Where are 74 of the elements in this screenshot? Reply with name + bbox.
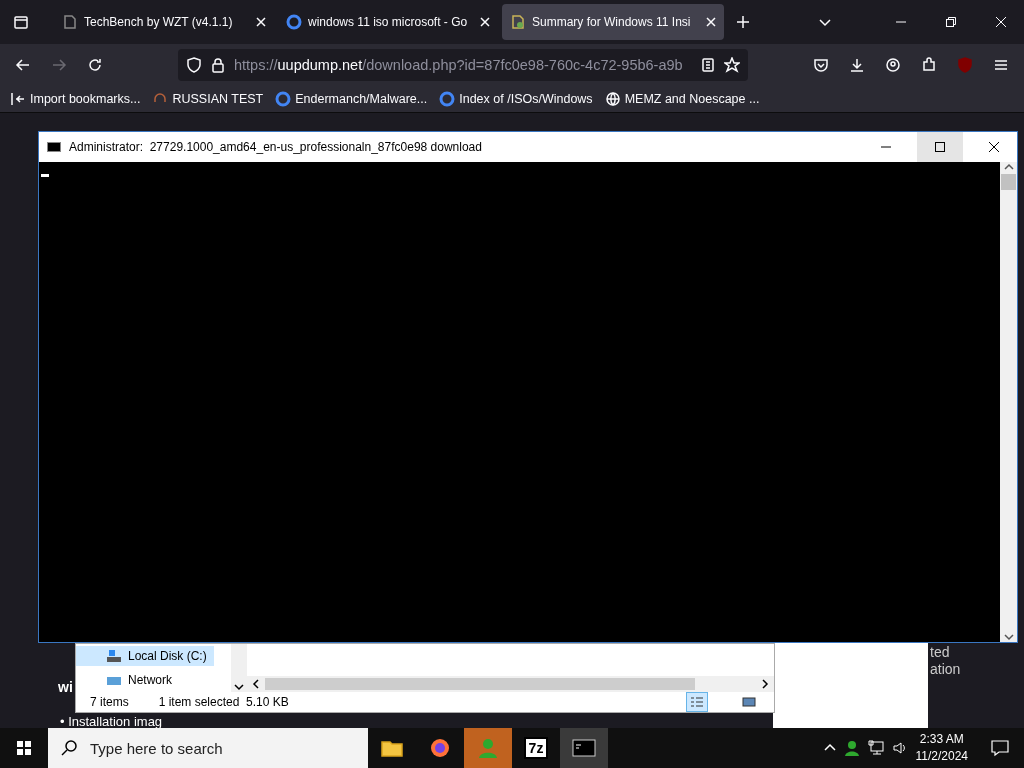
search-icon [60, 739, 78, 757]
chat-bubble-icon [991, 739, 1009, 757]
page-text: • Installation imag [60, 714, 163, 728]
close-icon [480, 17, 490, 27]
folder-icon [381, 738, 403, 758]
plus-icon [735, 14, 751, 30]
close-icon [995, 16, 1007, 28]
scrollbar[interactable] [247, 676, 774, 692]
star-icon [724, 56, 740, 73]
puzzle-icon [921, 56, 937, 73]
address-bar[interactable]: https://uupdump.net/download.php?id=87fc0e98-760c-4c72-95b6-a9b [178, 48, 748, 81]
shield-icon [957, 56, 973, 73]
network-icon [867, 740, 884, 756]
close-icon [706, 17, 716, 27]
bookmark[interactable]: Import bookmarks... [10, 90, 141, 107]
tab-list-icon [13, 14, 29, 30]
lock-icon [210, 56, 226, 73]
thumbnail-view-icon [742, 696, 756, 708]
console-icon [47, 142, 61, 152]
close-icon [988, 141, 1000, 153]
volume-icon [891, 740, 908, 756]
close-icon [256, 17, 266, 27]
bookmark[interactable]: Index of /ISOs/Windows [439, 90, 593, 107]
globe-icon [604, 90, 621, 107]
page-text: ted [930, 644, 950, 660]
selection-info: 1 item selected 5.10 KB [158, 695, 289, 709]
taskbar-app[interactable]: 7z [512, 728, 560, 768]
bookmark[interactable]: Endermanch/Malware... [275, 90, 428, 107]
restore-icon [946, 17, 956, 27]
item-count: 7 items [90, 695, 129, 709]
page-text: ation [930, 661, 961, 677]
scrollbar-thumb[interactable] [265, 678, 695, 690]
person-icon [843, 740, 860, 756]
page-icon [62, 14, 78, 30]
maximize-icon [935, 142, 945, 152]
scrollbar-thumb[interactable] [1001, 174, 1016, 190]
nav-item[interactable]: Network [76, 670, 214, 690]
windows-logo-icon [16, 740, 32, 756]
reader-view-icon [700, 56, 716, 73]
window-title: Administrator: 27729.1000_amd64_en-us_professionaln_87fc0e98 download [69, 140, 483, 154]
7z-icon: 7z [523, 737, 549, 759]
page-text: wi [58, 679, 73, 695]
chevron-down-icon [234, 682, 244, 692]
back-arrow-icon [15, 56, 31, 73]
chevron-up-icon [1003, 162, 1014, 172]
drive-icon [106, 648, 122, 664]
browser-tab[interactable]: Summary for Windows 11 Insi [502, 4, 724, 40]
console-icon [572, 739, 596, 757]
forward-arrow-icon [51, 56, 67, 73]
document-icon [510, 14, 526, 30]
account-icon [885, 56, 901, 73]
bookmark[interactable]: RUSSIAN TEST [152, 90, 264, 107]
scrollbar[interactable] [1000, 162, 1017, 642]
chevron-down-icon [1003, 632, 1014, 642]
download-icon [849, 56, 865, 73]
shield-icon [186, 56, 202, 73]
chevron-left-icon [251, 679, 261, 689]
details-view-button[interactable] [686, 692, 708, 712]
pocket-icon [813, 56, 829, 73]
details-view-icon [690, 696, 704, 708]
browser-tab[interactable]: TechBench by WZT (v4.1.1) [54, 4, 274, 40]
nav-item[interactable]: Local Disk (C:) [76, 646, 214, 666]
clock[interactable]: 2:33 AM 11/2/2024 [907, 731, 976, 765]
browser-tab[interactable]: windows 11 iso microsoft - Go [278, 4, 498, 40]
reload-icon [87, 56, 103, 73]
scrollbar[interactable] [231, 644, 247, 692]
maximize-button[interactable] [917, 132, 963, 162]
search-field[interactable]: Type here to search [48, 728, 368, 768]
chevron-right-icon [760, 679, 770, 689]
import-icon [10, 90, 26, 107]
firefox-icon [429, 737, 451, 759]
bookmark[interactable]: MEMZ and Noescape ... [604, 90, 760, 107]
person-icon [477, 737, 499, 759]
taskbar-app[interactable] [560, 728, 608, 768]
